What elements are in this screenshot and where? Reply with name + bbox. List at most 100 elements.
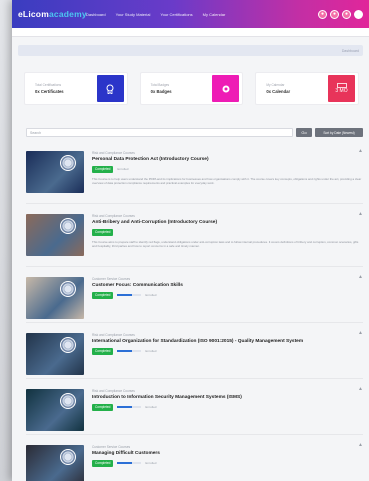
course-title[interactable]: Managing Difficult Customers bbox=[92, 451, 363, 456]
nav-certifications[interactable]: Your Certifications bbox=[160, 12, 192, 17]
chevron-up-icon[interactable]: ▲ bbox=[358, 211, 363, 217]
course-info: Customer Service Courses Customer Focus: … bbox=[92, 277, 363, 318]
course-meta: Completed bbox=[92, 228, 363, 236]
search-input[interactable]: Search bbox=[26, 128, 293, 137]
course-info: Risk and Compliance Courses International… bbox=[92, 333, 363, 374]
badge-icon bbox=[212, 75, 240, 102]
course-description: This Course aims to prepare staff to ide… bbox=[92, 239, 359, 248]
course-item[interactable]: Risk and Compliance Courses Anti-Bribery … bbox=[26, 209, 363, 267]
course-meta: Completed Enrolled bbox=[92, 459, 363, 467]
calendar-icon-text: 3 MO bbox=[335, 88, 348, 94]
course-thumbnail[interactable] bbox=[26, 333, 84, 375]
course-item[interactable]: Risk and Compliance Courses Personal Data… bbox=[26, 146, 363, 204]
enrolled-label: Enrolled bbox=[145, 349, 157, 353]
stat-value: 0x Calendar bbox=[266, 89, 291, 94]
course-seal-icon bbox=[60, 281, 76, 297]
enrolled-label: Enrolled bbox=[145, 293, 157, 297]
chevron-up-icon[interactable]: ▲ bbox=[358, 442, 363, 448]
progress-fill bbox=[117, 406, 132, 408]
main-nav: Dashboard Your Study Material Your Certi… bbox=[86, 12, 318, 17]
course-thumbnail[interactable] bbox=[26, 214, 84, 256]
course-description: This Course is to help users understand … bbox=[92, 176, 362, 185]
sub-header bbox=[12, 28, 369, 37]
course-title[interactable]: Anti-Bribery and Anti-Corruption (Introd… bbox=[92, 220, 363, 225]
breadcrumb-text[interactable]: Dashboard bbox=[342, 49, 359, 53]
status-badge: Completed bbox=[92, 403, 114, 411]
chevron-up-icon[interactable]: ▲ bbox=[358, 274, 363, 280]
course-seal-icon bbox=[60, 337, 76, 353]
course-info: Risk and Compliance Courses Personal Data… bbox=[92, 151, 363, 199]
stat-card-certifications[interactable]: Total Certifications 0x Certificates bbox=[24, 72, 128, 105]
course-category: Risk and Compliance Courses bbox=[92, 214, 135, 218]
course-item[interactable]: Risk and Compliance Courses International… bbox=[26, 328, 363, 379]
course-title[interactable]: Introduction to Information Security Man… bbox=[92, 395, 363, 400]
bell-icon[interactable]: ● bbox=[318, 9, 327, 19]
course-info: Customer Service Courses Managing Difficu… bbox=[92, 445, 363, 481]
course-item[interactable]: Risk and Compliance Courses Introduction … bbox=[26, 384, 363, 435]
progress-fill bbox=[117, 350, 132, 352]
course-title[interactable]: International Organization for Standardi… bbox=[92, 339, 363, 344]
search-button[interactable]: Go bbox=[296, 128, 312, 137]
course-seal-icon bbox=[60, 155, 76, 171]
mail-icon[interactable]: ● bbox=[330, 9, 339, 19]
course-seal-icon bbox=[60, 449, 76, 465]
chevron-up-icon[interactable]: ▲ bbox=[358, 148, 363, 154]
nav-calendar[interactable]: My Calendar bbox=[203, 12, 226, 17]
course-meta: Completed Enrolled bbox=[92, 403, 363, 411]
course-thumbnail[interactable] bbox=[26, 277, 84, 319]
sort-dropdown[interactable]: Sort by Date (Newest) bbox=[315, 128, 363, 137]
search-row: Search Go Sort by Date (Newest) bbox=[26, 128, 363, 137]
course-meta: Completed Enrolled bbox=[92, 347, 363, 355]
settings-icon[interactable]: ● bbox=[342, 9, 351, 19]
status-badge: Completed bbox=[92, 347, 114, 355]
course-category: Risk and Compliance Courses bbox=[92, 151, 135, 155]
app-logo[interactable]: eLicomacademy bbox=[18, 9, 87, 19]
course-thumbnail[interactable] bbox=[26, 389, 84, 431]
course-info: Risk and Compliance Courses Anti-Bribery … bbox=[92, 214, 363, 262]
certificate-icon bbox=[96, 75, 124, 102]
status-badge: Completed bbox=[92, 291, 114, 299]
stat-label: Total Certifications bbox=[35, 83, 62, 87]
nav-study-material[interactable]: Your Study Material bbox=[116, 12, 151, 17]
progress-fill bbox=[117, 294, 132, 296]
course-seal-icon bbox=[60, 393, 76, 409]
course-item[interactable]: Customer Service Courses Customer Focus: … bbox=[26, 272, 363, 323]
stats-row: Total Certifications 0x Certificates Tot… bbox=[24, 72, 360, 105]
chevron-up-icon[interactable]: ▲ bbox=[358, 330, 363, 336]
course-thumbnail[interactable] bbox=[26, 151, 84, 193]
header-icons: ● ● ● bbox=[318, 9, 363, 19]
status-badge: Completed bbox=[92, 459, 114, 467]
course-category: Customer Service Courses bbox=[92, 445, 131, 449]
progress-fill bbox=[117, 462, 132, 464]
course-category: Customer Service Courses bbox=[92, 277, 131, 281]
chevron-up-icon[interactable]: ▲ bbox=[358, 386, 363, 392]
course-seal-icon bbox=[60, 218, 76, 234]
enrolled-label: Enrolled bbox=[117, 167, 129, 171]
course-list: Risk and Compliance Courses Personal Data… bbox=[26, 146, 363, 481]
course-category: Risk and Compliance Courses bbox=[92, 333, 135, 337]
user-icon[interactable] bbox=[354, 9, 363, 19]
dashboard-page: eLicomacademy Dashboard Your Study Mater… bbox=[12, 0, 369, 481]
stat-label: Total Badges bbox=[150, 83, 170, 87]
breadcrumb: Dashboard bbox=[18, 45, 363, 56]
progress-bar bbox=[117, 294, 142, 296]
enrolled-label: Enrolled bbox=[145, 405, 157, 409]
course-title[interactable]: Customer Focus: Communication Skills bbox=[92, 283, 363, 288]
course-thumbnail[interactable] bbox=[26, 445, 84, 481]
course-info: Risk and Compliance Courses Introduction … bbox=[92, 389, 363, 430]
logo-main: eLicom bbox=[18, 9, 49, 19]
top-navigation-bar: eLicomacademy Dashboard Your Study Mater… bbox=[12, 0, 369, 28]
nav-dashboard[interactable]: Dashboard bbox=[86, 12, 106, 17]
stat-card-calendar[interactable]: My Calendar 0x Calendar 3 MO bbox=[255, 72, 360, 105]
enrolled-label: Enrolled bbox=[145, 461, 157, 465]
stat-value: 0x Certificates bbox=[35, 89, 64, 94]
calendar-icon: 3 MO bbox=[328, 75, 356, 102]
progress-bar bbox=[117, 406, 142, 408]
stat-card-badges[interactable]: Total Badges 0x Badges bbox=[139, 72, 244, 105]
status-badge: Completed bbox=[92, 228, 114, 236]
stat-label: My Calendar bbox=[266, 83, 285, 87]
course-item[interactable]: Customer Service Courses Managing Difficu… bbox=[26, 440, 363, 481]
course-meta: Completed Enrolled bbox=[92, 165, 363, 173]
course-title[interactable]: Personal Data Protection Act (Introducto… bbox=[92, 157, 363, 162]
stat-value: 0x Badges bbox=[150, 89, 172, 94]
